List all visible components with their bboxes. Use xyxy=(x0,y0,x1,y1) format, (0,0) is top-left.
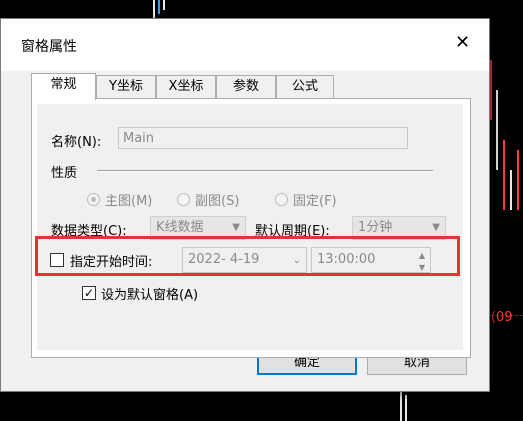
name-label: 名称(N): xyxy=(51,135,102,150)
radio-fixed-label: 固定(F) xyxy=(293,194,337,209)
default-pane-label: 设为默认窗格(A) xyxy=(101,288,199,303)
chart-bar xyxy=(503,140,505,210)
chart-bar xyxy=(163,0,165,10)
data-type-value: K线数据 xyxy=(156,220,204,235)
pane-properties-dialog: 窗格属性 ✕ 常规 Y坐标 X坐标 参数 公式 名称(N): Main 性质 主… xyxy=(0,18,490,392)
radio-main-chart-label: 主图(M) xyxy=(105,194,153,209)
tab-x-axis[interactable]: X坐标 xyxy=(156,75,216,98)
nature-divider xyxy=(97,170,433,172)
close-icon[interactable]: ✕ xyxy=(455,34,470,52)
tab-general[interactable]: 常规 xyxy=(31,73,96,100)
name-field[interactable]: Main xyxy=(118,127,408,149)
nature-label: 性质 xyxy=(51,166,78,181)
chart-bar xyxy=(490,60,492,120)
chart-bar xyxy=(405,395,407,421)
general-panel: 名称(N): Main 性质 主图(M) 副图(S) 固定(F) 数据类型(C)… xyxy=(31,98,471,358)
tab-formula[interactable]: 公式 xyxy=(276,75,334,98)
chart-bar xyxy=(517,150,519,210)
chart-bar xyxy=(400,392,402,421)
chart-bar xyxy=(496,90,498,170)
general-panel-body: 名称(N): Main 性质 主图(M) 副图(S) 固定(F) 数据类型(C)… xyxy=(37,104,463,350)
chart-bar xyxy=(158,0,160,14)
radio-main-chart[interactable] xyxy=(87,193,100,206)
highlight-box xyxy=(35,236,460,276)
dialog-titlebar: 窗格属性 ✕ xyxy=(1,19,489,71)
chart-bar xyxy=(510,170,512,210)
tab-y-axis[interactable]: Y坐标 xyxy=(96,75,156,98)
chart-bar xyxy=(153,0,155,18)
period-value: 1分钟 xyxy=(358,220,393,235)
radio-sub-chart-label: 副图(S) xyxy=(195,194,240,209)
radio-sub-chart[interactable] xyxy=(177,193,190,206)
default-pane-checkbox[interactable]: ✓ xyxy=(82,286,96,300)
radio-fixed[interactable] xyxy=(275,193,288,206)
tab-parameters[interactable]: 参数 xyxy=(216,75,276,98)
dialog-title: 窗格属性 xyxy=(21,39,77,55)
